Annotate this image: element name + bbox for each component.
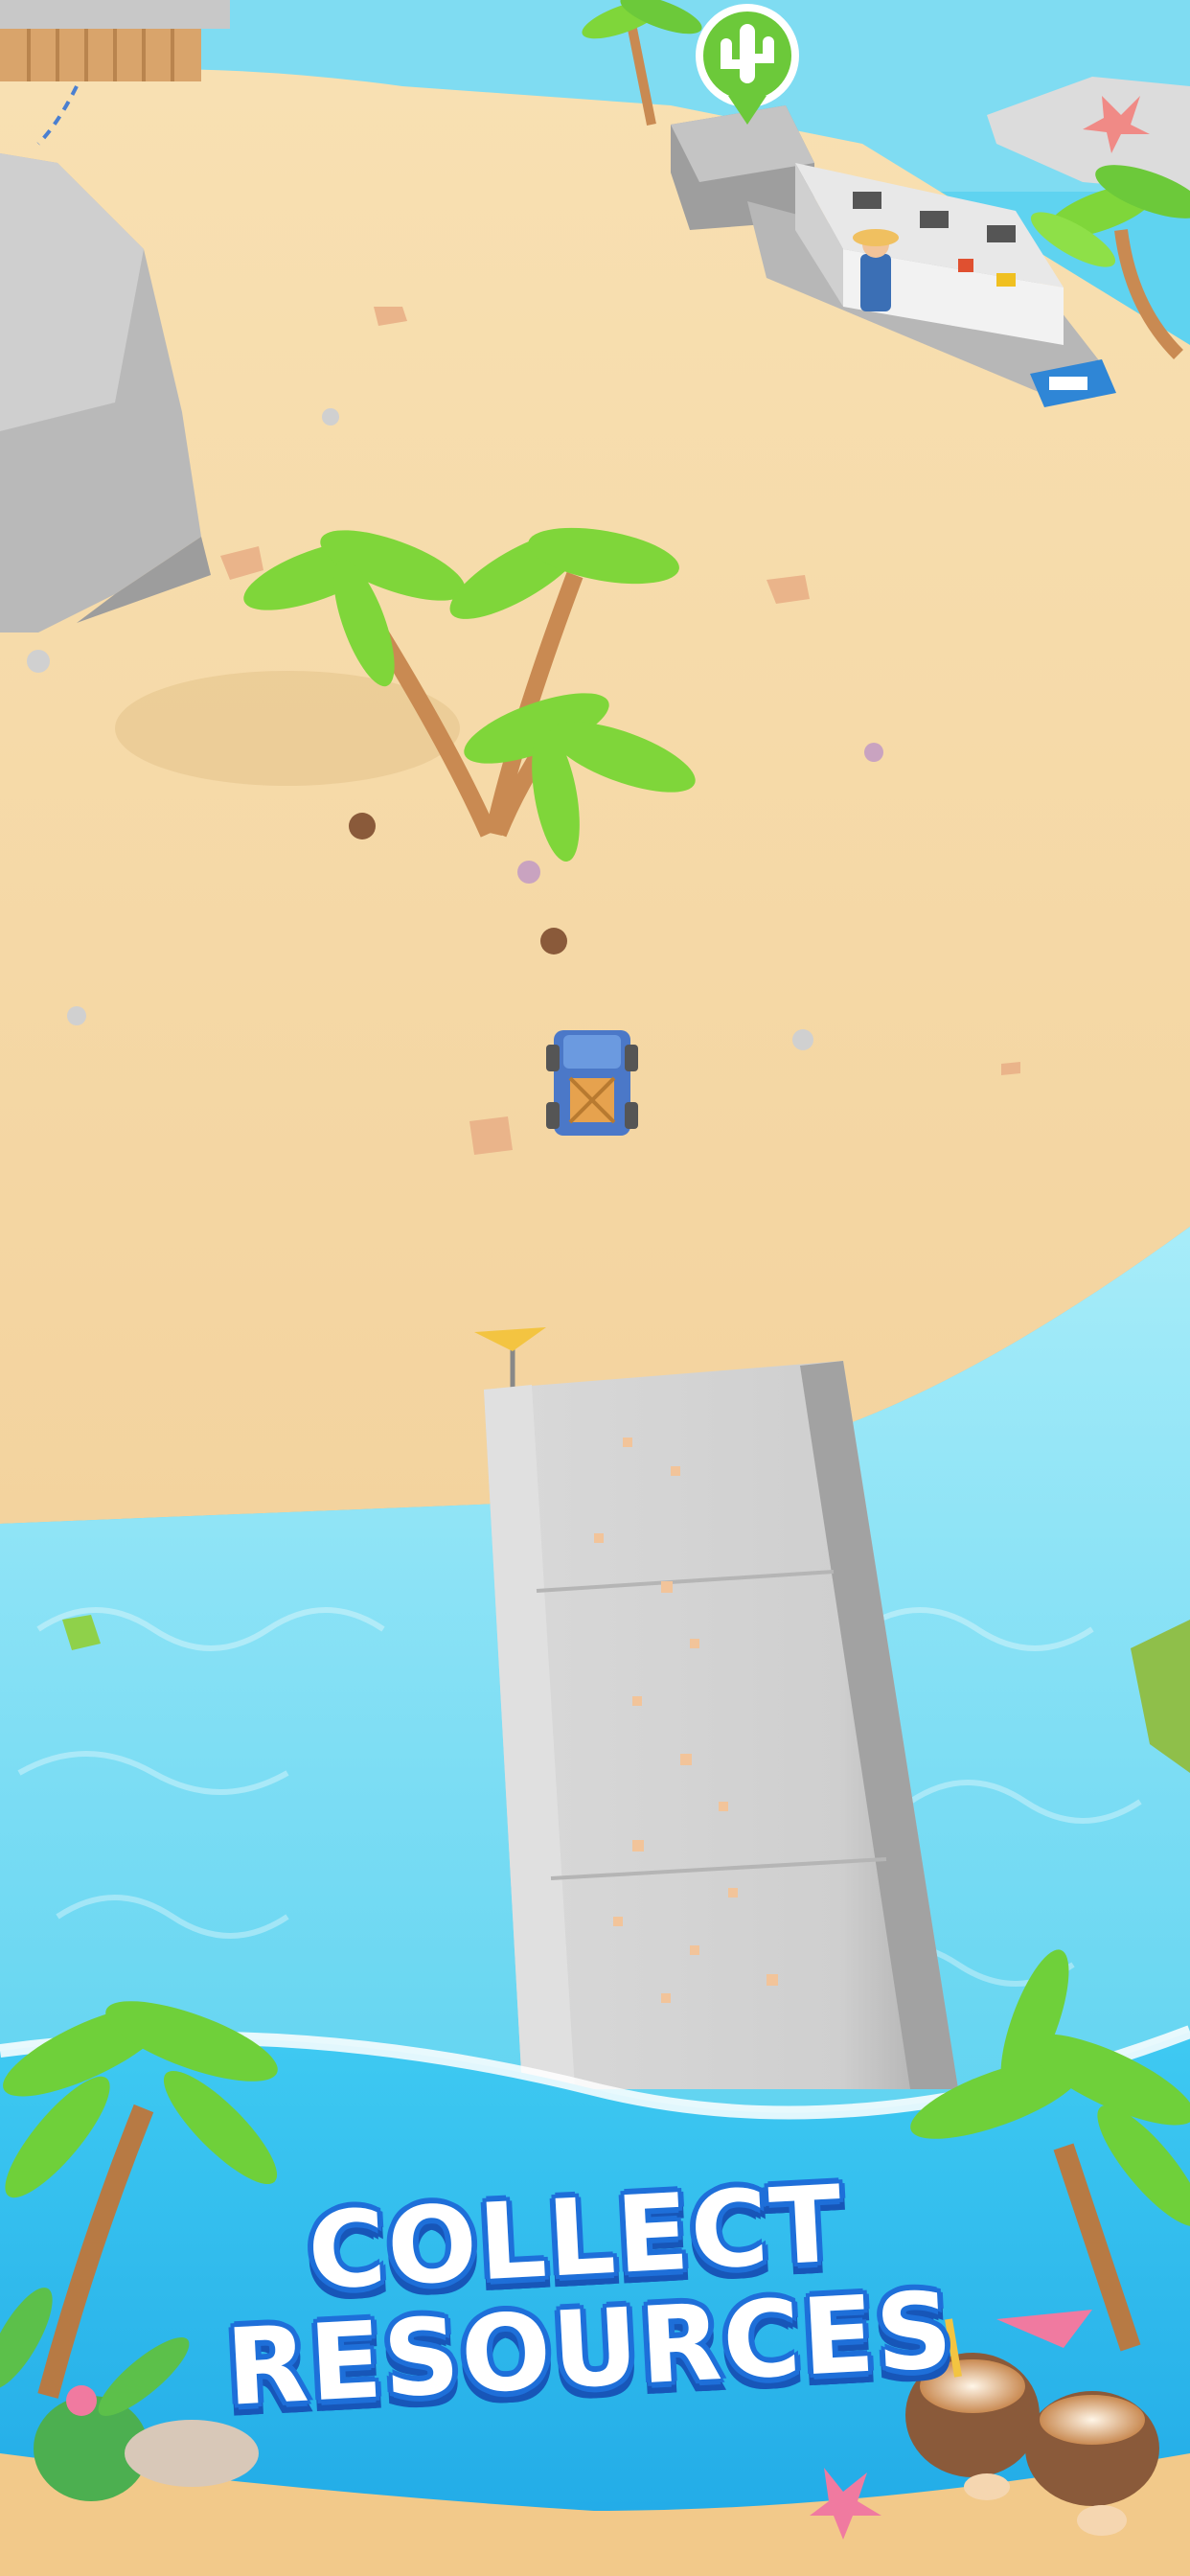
player-truck[interactable] bbox=[546, 1030, 638, 1136]
rock-bottomleft bbox=[125, 2420, 259, 2487]
game-scene bbox=[0, 0, 1190, 2576]
shell-icon bbox=[964, 2473, 1010, 2500]
wooden-dock bbox=[0, 0, 230, 81]
shell-icon-2 bbox=[1077, 2505, 1127, 2536]
